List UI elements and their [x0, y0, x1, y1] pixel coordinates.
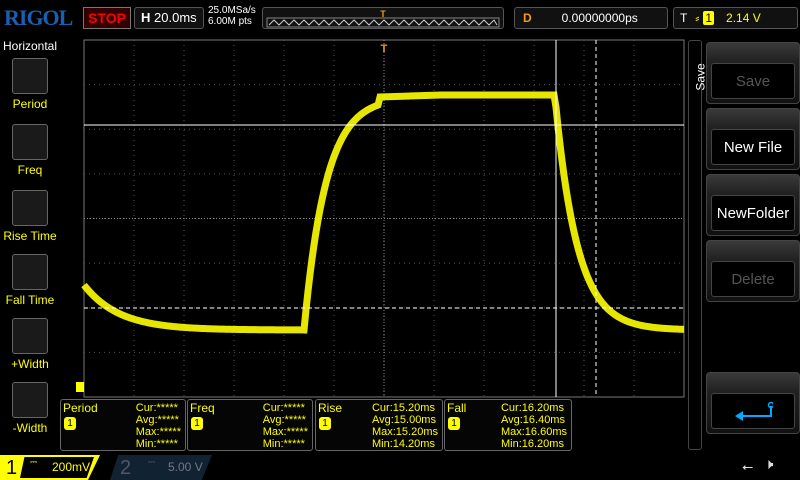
meas-values: Cur:***** Avg:***** Max:***** Min:***** — [262, 402, 308, 450]
measurement-fall[interactable]: Fall 1 Cur:16.20ms Avg:16.40ms Max:16.60ms Mi… — [444, 399, 572, 451]
label: New File — [711, 129, 795, 165]
sidebar-item-freq[interactable]: Freq — [0, 124, 60, 177]
rise-time-icon — [12, 190, 48, 226]
channel-scale: 5.00 V — [168, 460, 203, 474]
run-stop-status[interactable]: STOP — [83, 7, 131, 29]
trigger-label: T — [680, 11, 688, 25]
channel-scale: 200mV — [52, 460, 91, 474]
save-button[interactable]: Save — [706, 42, 800, 104]
delete-button[interactable]: Delete — [706, 240, 800, 302]
dc-coupling-icon: ⎓ — [148, 457, 156, 467]
new-folder-button[interactable]: NewFolder — [706, 174, 800, 236]
fall-time-icon — [12, 254, 48, 290]
channel-number: 2 — [120, 457, 132, 479]
label: Rise Time — [3, 229, 57, 243]
dc-coupling-icon: ⎓ — [30, 457, 38, 467]
delay-label: D — [523, 11, 532, 25]
trigger-level: 2.14 V — [726, 11, 761, 25]
label: +Width — [11, 357, 49, 371]
sidebar-item-minus-width[interactable]: -Width — [0, 382, 60, 435]
measurement-rise[interactable]: Rise 1 Cur:15.20ms Avg:15.00ms Max:15.20ms Mi… — [315, 399, 443, 451]
channel-number: 1 — [6, 457, 18, 479]
minus-width-icon — [12, 382, 48, 418]
source-badge: 1 — [64, 417, 76, 430]
label: Save — [711, 63, 795, 99]
measurement-freq[interactable]: Freq 1 Cur:***** Avg:***** Max:***** Min:****… — [187, 399, 313, 451]
return-button[interactable] — [706, 372, 800, 434]
save-menu: Save Save New File NewFolder Delete — [688, 40, 800, 452]
measure-sidebar: Horizontal Period Freq Rise Time Fall Ti… — [0, 38, 60, 452]
memory-depth: 6.00M pts — [208, 16, 252, 27]
timeline-waveform-icon: T — [266, 9, 500, 28]
trigger-box[interactable]: T ⸗ 1 2.14 V — [673, 7, 798, 29]
return-icon — [711, 393, 795, 429]
meas-name: Rise — [318, 401, 343, 415]
memory-timeline[interactable]: T — [262, 7, 504, 29]
sidebar-item-rise-time[interactable]: Rise Time — [0, 190, 60, 243]
delay-box[interactable]: D 0.00000000ps — [514, 7, 668, 29]
period-icon — [12, 58, 48, 94]
source-badge: 1 — [319, 417, 331, 430]
sidebar-item-plus-width[interactable]: +Width — [0, 318, 60, 371]
meas-values: Cur:***** Avg:***** Max:***** Min:***** — [135, 402, 181, 450]
waveform-display[interactable]: T — [76, 36, 688, 401]
meas-name: Freq — [190, 401, 215, 415]
meas-values: Cur:16.20ms Avg:16.40ms Max:16.60ms Min:16.… — [500, 402, 567, 450]
label: Period — [12, 97, 48, 111]
timebase-value: 20.0ms — [154, 10, 197, 25]
sidebar-item-period[interactable]: Period — [0, 58, 60, 111]
label: Delete — [711, 261, 795, 297]
h-label: H — [141, 10, 151, 25]
sidebar-item-fall-time[interactable]: Fall Time — [0, 254, 60, 307]
meas-values: Cur:15.20ms Avg:15.00ms Max:15.20ms Min:14.… — [371, 402, 438, 450]
label: NewFolder — [711, 195, 795, 231]
label: Freq — [17, 163, 43, 177]
new-file-button[interactable]: New File — [706, 108, 800, 170]
acquisition-info: 25.0MSa/s 6.00M pts — [208, 5, 256, 27]
measurement-period[interactable]: Period 1 Cur:***** Avg:***** Max:***** Min:**… — [60, 399, 186, 451]
sidebar-title: Horizontal — [2, 39, 58, 53]
trigger-source: 1 — [703, 11, 715, 25]
rigol-logo: RIGOL — [4, 5, 73, 30]
rising-edge-icon: ⸗ — [695, 11, 700, 25]
timebase-box[interactable]: H 20.0ms — [134, 7, 204, 29]
label: Fall Time — [5, 293, 55, 307]
delay-value: 0.00000000ps — [561, 11, 638, 25]
source-badge: 1 — [191, 417, 203, 430]
freq-icon — [12, 124, 48, 160]
channel-1-tab[interactable]: 1 ⎓ 200mV — [0, 455, 100, 480]
label: -Width — [12, 421, 48, 435]
usb-icon: ⭠ — [742, 458, 754, 474]
mute-icon[interactable]: 🕨 — [764, 456, 773, 473]
sample-rate: 25.0MSa/s — [208, 5, 256, 16]
source-badge: 1 — [448, 417, 460, 430]
plus-width-icon — [12, 318, 48, 354]
meas-name: Fall — [447, 401, 467, 415]
channel-2-tab[interactable]: 2 ⎓ 5.00 V — [110, 455, 212, 480]
trigger-position-marker: T — [381, 43, 388, 55]
meas-name: Period — [63, 401, 98, 415]
channel-1-ground-marker — [76, 382, 84, 392]
